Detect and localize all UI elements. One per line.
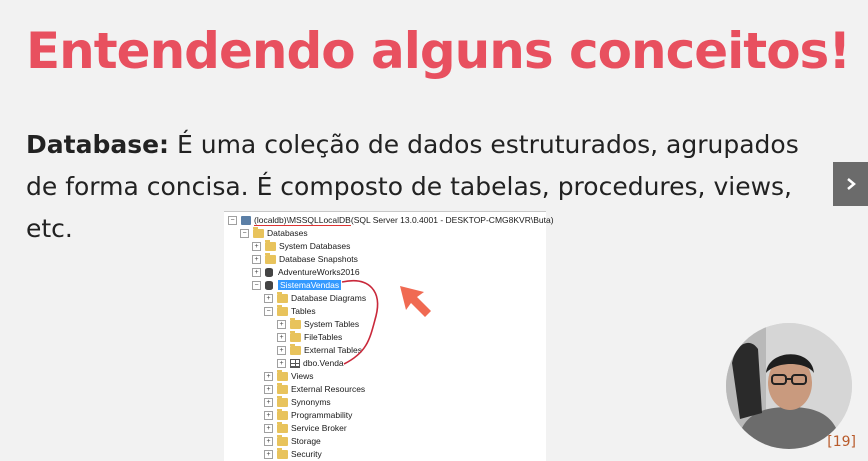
expand-toggle[interactable]: + xyxy=(277,345,286,355)
presenter-webcam xyxy=(726,323,852,449)
chevron-right-icon xyxy=(846,178,856,190)
node-label: Databases xyxy=(267,228,308,238)
expand-toggle[interactable]: + xyxy=(277,358,286,368)
node-label: dbo.Venda xyxy=(303,358,344,368)
definition-term: Database: xyxy=(26,130,170,159)
node-label: System Databases xyxy=(279,241,351,251)
folder-icon xyxy=(277,408,288,420)
folder-icon xyxy=(253,226,264,238)
folder-icon xyxy=(277,447,288,459)
node-label-selected: SistemaVendas xyxy=(278,280,342,290)
collapse-toggle[interactable]: − xyxy=(240,228,249,238)
database-icon xyxy=(265,267,273,277)
tree-node-databases[interactable]: − Databases xyxy=(240,226,308,239)
node-label: Storage xyxy=(291,436,321,446)
expand-toggle[interactable]: + xyxy=(264,384,273,394)
folder-icon xyxy=(277,421,288,433)
slide-title: Entendendo alguns conceitos! xyxy=(26,22,851,80)
collapse-toggle[interactable]: − xyxy=(252,280,261,290)
node-label: Database Snapshots xyxy=(279,254,358,264)
tree-node-views[interactable]: + Views xyxy=(264,369,314,382)
node-label: Tables xyxy=(291,306,316,316)
expand-toggle[interactable]: + xyxy=(264,423,273,433)
next-slide-button[interactable] xyxy=(833,162,868,206)
folder-icon xyxy=(290,317,301,329)
pointer-arrow-icon xyxy=(400,286,431,317)
expand-toggle[interactable]: + xyxy=(264,410,273,420)
server-info: (SQL Server 13.0.4001 - DESKTOP-CMG8KVR\… xyxy=(350,215,554,225)
expand-toggle[interactable]: + xyxy=(264,371,273,381)
expand-toggle[interactable]: + xyxy=(277,332,286,342)
node-label: Security xyxy=(291,449,322,459)
expand-toggle[interactable]: + xyxy=(252,241,261,251)
tree-node-database-snapshots[interactable]: + Database Snapshots xyxy=(252,252,358,265)
expand-toggle[interactable]: + xyxy=(264,449,273,459)
folder-icon xyxy=(290,330,301,342)
node-label: Views xyxy=(291,371,314,381)
expand-toggle[interactable]: + xyxy=(264,293,273,303)
tree-node-security[interactable]: + Security xyxy=(264,447,322,460)
node-label: FileTables xyxy=(304,332,343,342)
tree-node-dbo-venda[interactable]: + dbo.Venda xyxy=(277,357,344,369)
folder-icon xyxy=(290,343,301,355)
folder-icon xyxy=(277,395,288,407)
page-number: [19] xyxy=(827,434,856,450)
tree-node-synonyms[interactable]: + Synonyms xyxy=(264,395,331,408)
node-label: Synonyms xyxy=(291,397,331,407)
tree-node-storage[interactable]: + Storage xyxy=(264,434,321,447)
expand-toggle[interactable]: + xyxy=(252,254,261,264)
tree-node-service-broker[interactable]: + Service Broker xyxy=(264,421,347,434)
tree-node-system-databases[interactable]: + System Databases xyxy=(252,239,351,252)
folder-icon xyxy=(277,304,288,316)
tree-node-sistemavendas[interactable]: − SistemaVendas xyxy=(252,279,342,291)
node-label: Service Broker xyxy=(291,423,347,433)
server-name: (localdb)\MSSQLLocalDB xyxy=(254,214,351,226)
folder-icon xyxy=(277,291,288,303)
folder-icon xyxy=(277,434,288,446)
collapse-toggle[interactable]: − xyxy=(228,215,237,225)
folder-icon xyxy=(277,382,288,394)
tree-node-tables[interactable]: − Tables xyxy=(264,304,316,317)
table-icon xyxy=(290,358,300,368)
tree-node-server[interactable]: − (localdb)\MSSQLLocalDB (SQL Server 13.… xyxy=(228,214,554,226)
server-icon xyxy=(241,215,251,225)
expand-toggle[interactable]: + xyxy=(264,436,273,446)
expand-toggle[interactable]: + xyxy=(252,267,261,277)
folder-icon xyxy=(277,369,288,381)
expand-toggle[interactable]: + xyxy=(277,319,286,329)
collapse-toggle[interactable]: − xyxy=(264,306,273,316)
database-icon xyxy=(265,280,273,290)
tree-node-programmability[interactable]: + Programmability xyxy=(264,408,353,421)
presenter-image xyxy=(726,323,852,449)
folder-icon xyxy=(265,239,276,251)
expand-toggle[interactable]: + xyxy=(264,397,273,407)
tree-node-external-resources[interactable]: + External Resources xyxy=(264,382,366,395)
annotation-bracket xyxy=(341,279,379,365)
folder-icon xyxy=(265,252,276,264)
tree-node-filetables[interactable]: + FileTables xyxy=(277,330,343,343)
node-label: Programmability xyxy=(291,410,353,420)
node-label: External Resources xyxy=(291,384,366,394)
